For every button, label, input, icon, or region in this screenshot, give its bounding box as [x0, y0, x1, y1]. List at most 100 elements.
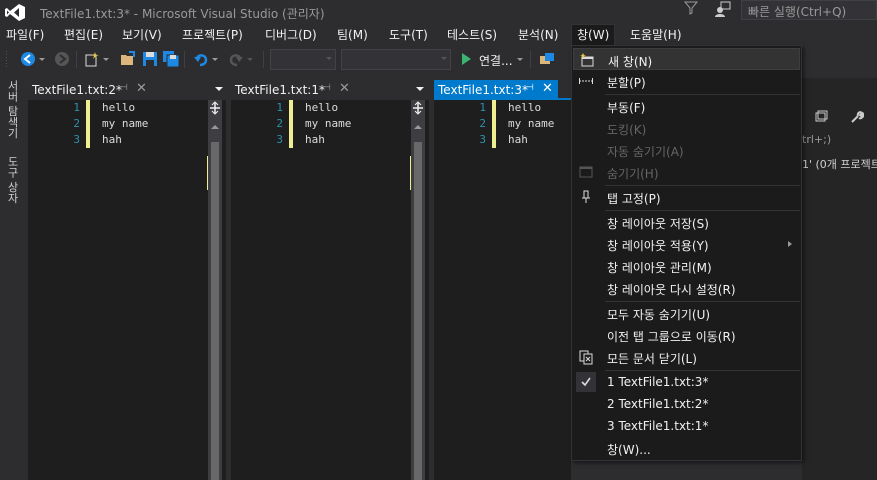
visual-studio-logo-icon: [5, 4, 25, 21]
menu-analyze[interactable]: 분석(N): [518, 24, 558, 46]
menu-item-label: 도킹(K): [607, 123, 647, 137]
close-icon[interactable]: ✕: [339, 81, 350, 96]
document-tab[interactable]: TextFile1.txt:1* ⊣ ✕: [231, 80, 355, 100]
line-number: 2: [479, 117, 486, 130]
code-editor[interactable]: 1 hello 2 my name 3 hah: [28, 100, 226, 480]
solution-configuration-select[interactable]: [270, 49, 336, 70]
vertical-scrollbar[interactable]: [208, 100, 222, 480]
refresh-icon[interactable]: [814, 110, 828, 124]
pin-icon[interactable]: ⊣: [323, 83, 331, 93]
split-window-icon[interactable]: [411, 101, 425, 115]
new-window-icon: [580, 53, 594, 67]
document-list-dropdown-icon[interactable]: [215, 87, 223, 91]
menu-window[interactable]: 창(W): [571, 24, 616, 46]
menu-edit[interactable]: 편집(E): [64, 24, 103, 46]
open-file-icon[interactable]: [120, 51, 136, 67]
menu-item-reset-layout[interactable]: 창 레이아웃 다시 설정(R): [573, 277, 800, 299]
split-window-icon[interactable]: [208, 101, 222, 115]
menu-view[interactable]: 보기(V): [122, 24, 162, 46]
submenu-arrow-icon: [788, 241, 792, 247]
connect-button[interactable]: 연결...: [479, 52, 513, 69]
window-menu-dropdown: 새 창(N) 분할(P) 부동(F) 도킹(K) 자동 숨기기(A) 숨기기(H…: [571, 45, 802, 461]
close-icon[interactable]: ✕: [136, 81, 147, 96]
undo-icon[interactable]: [193, 51, 209, 67]
menu-item-label: 이전 탭 그룹으로 이동(R): [607, 330, 736, 344]
menu-item-save-layout[interactable]: 창 레이아웃 저장(S): [573, 211, 800, 233]
menu-item-window-1[interactable]: 1 TextFile1.txt:3*: [573, 371, 800, 393]
menu-item-label: 자동 숨기기(A): [607, 145, 684, 159]
redo-dropdown-icon[interactable]: [246, 51, 254, 67]
document-tab-active[interactable]: TextFile1.txt:3* ⊣ ✕: [434, 80, 558, 100]
code-line: 3 hah: [251, 132, 391, 148]
save-icon[interactable]: [142, 51, 158, 67]
pin-icon[interactable]: ⊣: [526, 83, 534, 93]
scroll-up-icon[interactable]: [211, 125, 219, 129]
menu-team[interactable]: 팀(M): [337, 24, 368, 46]
code-editor[interactable]: 1 hello 2 my name 3 hah: [231, 100, 429, 480]
solution-platform-select[interactable]: [341, 49, 451, 70]
solution-node[interactable]: 1' (0개 프로젝트: [802, 156, 877, 172]
pane-tab-bar: TextFile1.txt:3* ⊣ ✕: [434, 78, 571, 100]
menu-help[interactable]: 도움말(H): [630, 24, 682, 46]
menu-test[interactable]: 테스트(S): [447, 24, 497, 46]
menu-item-label: 창 레이아웃 관리(M): [607, 261, 712, 275]
menu-item-window-3[interactable]: 3 TextFile1.txt:1*: [573, 415, 800, 437]
close-icon[interactable]: ✕: [542, 81, 553, 96]
navigate-back-icon[interactable]: [20, 51, 36, 67]
menu-file[interactable]: 파일(F): [6, 24, 44, 46]
code-editor[interactable]: 1 hello 2 my name 3 hah: [434, 100, 571, 480]
server-explorer-tab[interactable]: 서버 탐색기: [4, 80, 20, 139]
menu-item-move-previous-tab-group[interactable]: 이전 탭 그룹으로 이동(R): [573, 324, 800, 346]
new-project-icon[interactable]: [84, 51, 100, 67]
line-number: 1: [73, 101, 80, 114]
undo-dropdown-icon[interactable]: [211, 51, 219, 67]
menu-item-apply-layout[interactable]: 창 레이아웃 적용(Y): [573, 233, 800, 255]
menu-tools[interactable]: 도구(T): [389, 24, 428, 46]
editor-pane-3: TextFile1.txt:3* ⊣ ✕ 1 hello 2 my name 3…: [434, 78, 571, 480]
close-all-icon: [579, 350, 593, 365]
start-play-icon[interactable]: [460, 52, 472, 66]
pin-icon[interactable]: ⊣: [120, 83, 128, 93]
menu-project[interactable]: 프로젝트(P): [182, 24, 243, 46]
feedback-icon[interactable]: [714, 0, 732, 18]
menu-item-windows[interactable]: 창(W)...: [573, 437, 800, 459]
change-marker: [86, 116, 90, 132]
new-project-dropdown-icon[interactable]: [102, 51, 110, 67]
notification-filter-icon[interactable]: [684, 1, 698, 15]
vertical-scrollbar[interactable]: [411, 100, 425, 480]
menu-item-close-all-documents[interactable]: 모든 문서 닫기(L): [573, 346, 800, 368]
wrench-icon[interactable]: [850, 110, 865, 124]
scrollbar-thumb[interactable]: [211, 142, 219, 480]
scroll-up-icon[interactable]: [414, 125, 422, 129]
browser-link-icon[interactable]: [539, 51, 555, 67]
window-title: TextFile1.txt:3* - Microsoft Visual Stud…: [40, 7, 325, 21]
menu-item-auto-hide-all[interactable]: 모두 자동 숨기기(U): [573, 302, 800, 324]
quick-launch-input[interactable]: 빠른 실행(Ctrl+Q): [741, 0, 877, 20]
line-number: 1: [276, 101, 283, 114]
menu-item-float[interactable]: 부동(F): [573, 95, 800, 117]
toolbar-separator: [530, 51, 531, 68]
code-text: hah: [102, 133, 122, 146]
document-tab[interactable]: TextFile1.txt:2* ⊣ ✕: [28, 80, 152, 100]
connect-dropdown-icon[interactable]: [516, 51, 524, 67]
menu-item-new-window[interactable]: 새 창(N): [573, 48, 800, 70]
toolbar-separator: [263, 51, 264, 68]
document-list-dropdown-icon[interactable]: [416, 87, 424, 91]
toolbar-separator: [184, 51, 185, 68]
save-all-icon[interactable]: [163, 51, 179, 67]
menu-item-label: 탭 고정(P): [607, 192, 661, 206]
redo-icon[interactable]: [228, 51, 244, 67]
back-dropdown-icon[interactable]: [38, 51, 46, 67]
scrollbar-thumb[interactable]: [414, 142, 422, 480]
navigate-forward-icon[interactable]: [54, 51, 70, 67]
menu-item-label: 부동(F): [607, 101, 646, 115]
menu-item-split[interactable]: 분할(P): [573, 70, 800, 92]
menu-item-pin-tab[interactable]: 탭 고정(P): [573, 186, 800, 208]
menu-debug[interactable]: 디버그(D): [265, 24, 317, 46]
menu-item-label: 숨기기(H): [607, 167, 659, 181]
toolbox-tab[interactable]: 도구 상자: [4, 156, 20, 204]
menu-item-manage-layouts[interactable]: 창 레이아웃 관리(M): [573, 255, 800, 277]
line-number: 3: [479, 133, 486, 146]
menu-item-window-2[interactable]: 2 TextFile1.txt:2*: [573, 393, 800, 415]
menu-item-label: 2 TextFile1.txt:2*: [607, 397, 709, 411]
